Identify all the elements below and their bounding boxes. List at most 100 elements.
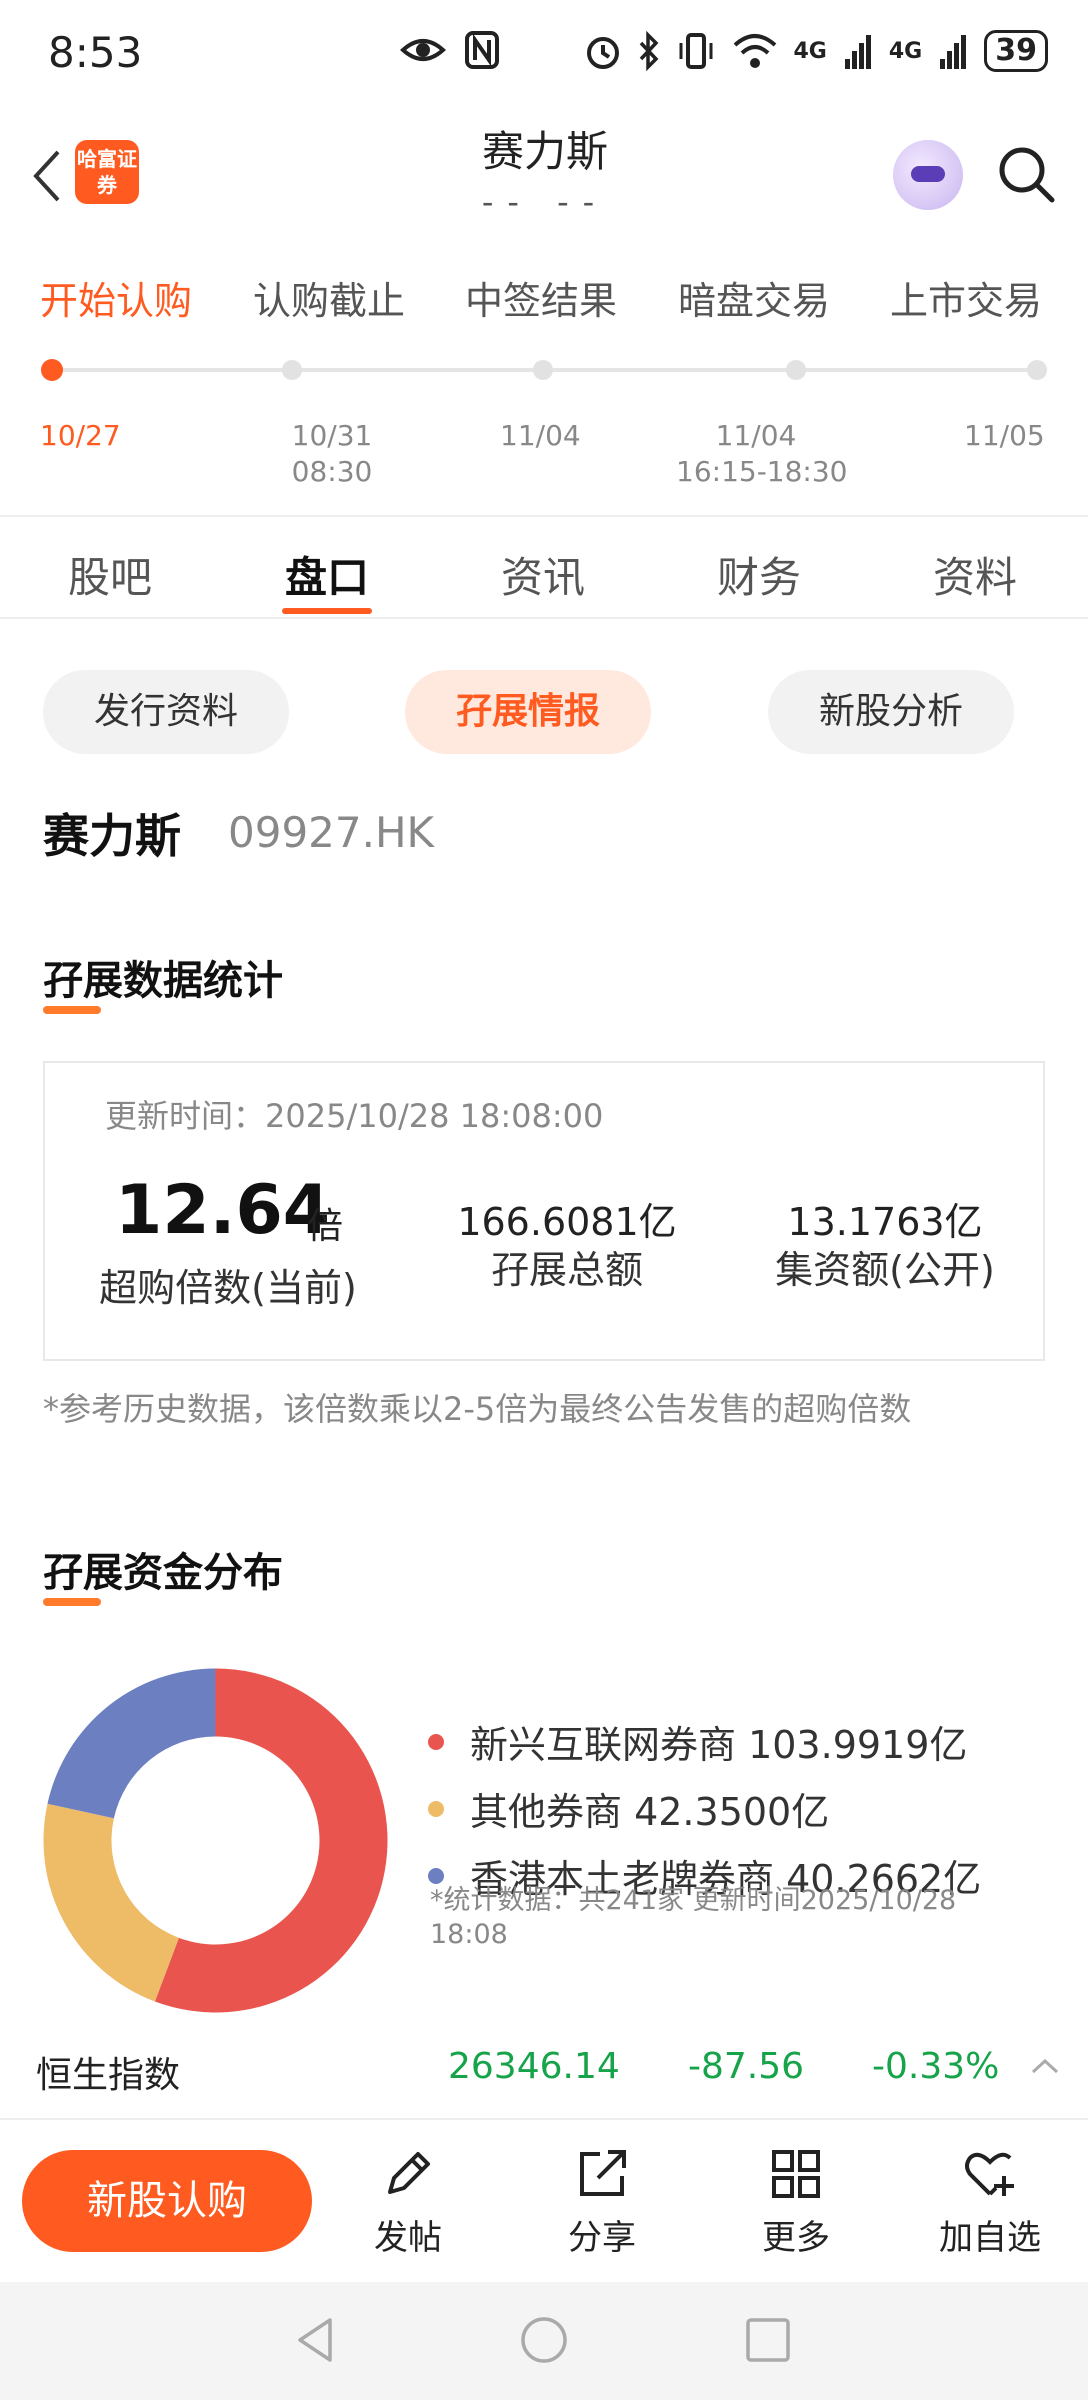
tab-market[interactable]: 盘口: [257, 544, 397, 605]
share-button[interactable]: 分享: [542, 2146, 662, 2259]
index-name: 恒生指数: [36, 2055, 181, 2096]
tab-profile[interactable]: 资料: [905, 544, 1045, 605]
oversubscription-unit: 倍: [307, 1206, 344, 1247]
post-button[interactable]: 发帖: [348, 2146, 468, 2259]
step-label-grey-market: 暗盘交易: [678, 279, 831, 323]
chevron-up-icon[interactable]: [1030, 2056, 1060, 2076]
step-date: 11/04 16:15-18:30: [676, 419, 848, 488]
section-accent-bar: [43, 1598, 101, 1606]
nav-recents-icon[interactable]: [742, 2314, 794, 2366]
section-title-margin-stats: 孖展数据统计: [43, 958, 283, 1004]
legend-dot: [428, 1800, 444, 1817]
app-logo: 哈富证券: [75, 140, 139, 204]
signal-icon: [844, 35, 871, 69]
timeline-dot: [786, 360, 806, 380]
status-left-icons: [400, 30, 500, 70]
section-title-margin-distribution: 孖展资金分布: [43, 1550, 283, 1596]
nav-home-icon[interactable]: [518, 2314, 570, 2366]
bluetooth-icon: [639, 31, 658, 71]
pencil-icon: [388, 2152, 430, 2194]
watchlist-label: 加自选: [939, 2218, 1041, 2258]
step-label-listing: 上市交易: [890, 279, 1043, 323]
divider: [0, 617, 1088, 619]
legend-label: 其他券商 42.3500亿: [470, 1790, 830, 1834]
post-label: 发帖: [374, 2218, 442, 2258]
battery-icon: 39: [984, 30, 1048, 72]
tab-news[interactable]: 资讯: [473, 544, 613, 605]
pill-ipo-analysis[interactable]: 新股分析: [768, 670, 1014, 754]
network-type-2: 4G: [888, 38, 923, 64]
timeline-dot: [1027, 360, 1047, 380]
stats-note: *参考历史数据，该倍数乘以2-5倍为最终公告发售的超购倍数: [43, 1390, 912, 1428]
eye-icon: [400, 39, 446, 61]
page-title: 赛力斯: [481, 127, 608, 176]
main-tabs: 股吧 盘口 资讯 财务 资料: [0, 520, 1088, 620]
network-type-1: 4G: [793, 38, 827, 64]
nav-back-icon[interactable]: [290, 2314, 342, 2366]
signal-icon: [940, 35, 967, 69]
share-icon: [580, 2150, 626, 2196]
assistant-robot-icon[interactable]: [893, 140, 963, 210]
index-change: -87.56: [688, 2046, 805, 2087]
legend-item: 新兴互联网券商 103.9919亿: [428, 1714, 981, 1769]
fundraise-value: 13.1763亿: [787, 1200, 983, 1244]
update-time: 更新时间：2025/10/28 18:08:00: [105, 1097, 604, 1135]
index-change-pct: -0.33%: [872, 2046, 1000, 2087]
margin-total-value: 166.6081亿: [457, 1200, 677, 1244]
nfc-icon: [465, 31, 499, 69]
add-watchlist-button[interactable]: 加自选: [930, 2146, 1050, 2259]
donut-slice-1: [43, 1803, 179, 2002]
vibrate-icon: [679, 33, 712, 69]
margin-total-label: 孖展总额: [490, 1248, 643, 1292]
divider: [0, 515, 1088, 517]
pill-issue-info[interactable]: 发行资料: [43, 670, 289, 754]
step-date: 10/27: [40, 419, 121, 452]
more-button[interactable]: 更多: [736, 2146, 856, 2259]
oversubscription-value: 12.64: [115, 1171, 331, 1250]
back-icon[interactable]: [28, 146, 68, 206]
bottom-action-bar: 新股认购 发帖 分享 更多 加自选: [0, 2118, 1088, 2280]
donut-slice-2: [47, 1668, 216, 1819]
timeline-dot: [533, 360, 553, 380]
step-label-start: 开始认购: [40, 279, 193, 323]
ipo-subscribe-button[interactable]: 新股认购: [22, 2150, 312, 2252]
index-value: 26346.14: [448, 2046, 620, 2087]
fundraise-label: 集资额(公开): [775, 1248, 995, 1292]
oversubscription-label: 超购倍数(当前): [99, 1266, 357, 1310]
status-right-icons: 4G 4G 39: [584, 30, 1048, 72]
step-date: 11/04: [500, 419, 581, 452]
timeline-dot: [282, 360, 302, 380]
step-date: 11/05: [964, 419, 1045, 452]
page-subtitle: -- --: [481, 183, 609, 221]
more-label: 更多: [762, 2218, 830, 2258]
step-date: 10/31 08:30: [291, 419, 373, 488]
app-header: 哈富证券 赛力斯 -- --: [0, 110, 1088, 240]
title-block: 赛力斯 -- --: [380, 118, 710, 221]
stock-name: 赛力斯: [43, 809, 181, 863]
step-label-deadline: 认购截止: [253, 279, 406, 323]
status-time: 8:53: [48, 28, 143, 77]
distribution-note: *统计数据：共241家 更新时间2025/10/28 18:08: [430, 1885, 957, 1950]
search-icon[interactable]: [996, 144, 1056, 204]
alarm-icon: [586, 37, 619, 69]
legend-label: 新兴互联网券商 103.9919亿: [470, 1723, 968, 1767]
share-label: 分享: [568, 2218, 636, 2258]
legend-item: 其他券商 42.3500亿: [428, 1781, 981, 1836]
step-label-result: 中签结果: [465, 279, 618, 323]
status-bar: 8:53 4G 4G 39: [0, 0, 1088, 110]
stock-code: 09927.HK: [228, 808, 435, 857]
wifi-icon: [733, 34, 776, 68]
grid-icon: [772, 2150, 820, 2198]
index-ticker[interactable]: 恒生指数 26346.14 -87.56 -0.33%: [0, 2030, 1088, 2110]
system-nav-bar: [0, 2282, 1088, 2400]
heart-plus-icon: [965, 2152, 1014, 2196]
tab-finance[interactable]: 财务: [689, 544, 829, 605]
section-accent-bar: [43, 1006, 101, 1014]
tab-forum[interactable]: 股吧: [40, 544, 180, 605]
timeline-dot: [41, 359, 63, 381]
distribution-donut-chart: [43, 1668, 388, 2013]
pill-margin-info[interactable]: 孖展情报: [405, 670, 651, 754]
legend-dot: [428, 1867, 444, 1884]
margin-stats-card: 更新时间：2025/10/28 18:08:00 12.64 倍 超购倍数(当前…: [43, 1061, 1045, 1361]
tab-active-indicator: [282, 608, 372, 614]
